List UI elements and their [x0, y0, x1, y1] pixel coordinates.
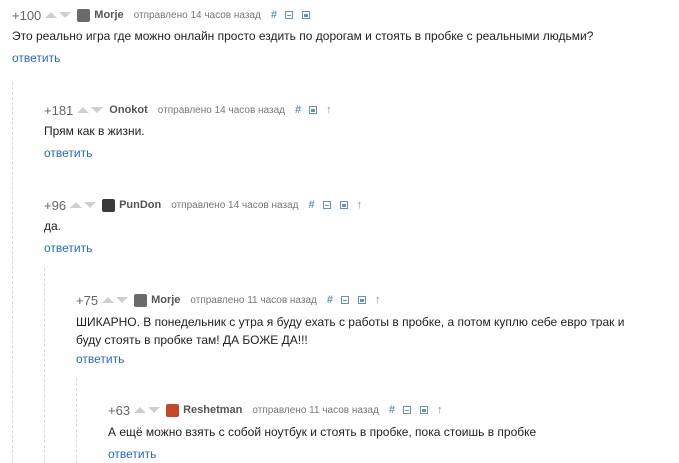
collapse-icon[interactable]	[340, 296, 349, 304]
vote-down-icon[interactable]	[116, 297, 129, 303]
vote-down-icon[interactable]	[84, 202, 97, 208]
comment-header: +63 Reshetman отправлено 11 часов назад …	[108, 401, 450, 419]
author-link[interactable]: Onokot	[109, 104, 148, 116]
collapse-icon[interactable]	[284, 11, 293, 19]
comment-text: да.	[44, 219, 62, 233]
comment-text: ШИКАРНО. В понедельник с утра я буду еха…	[76, 315, 625, 347]
save-icon[interactable]	[419, 406, 428, 414]
save-icon[interactable]	[309, 106, 318, 114]
parent-arrow-icon[interactable]: ↑	[326, 104, 332, 116]
save-icon[interactable]	[357, 296, 366, 304]
parent-arrow-icon[interactable]: ↑	[437, 404, 443, 416]
reply-link[interactable]: ответить	[44, 146, 92, 160]
vote-up-icon[interactable]	[77, 107, 90, 113]
avatar[interactable]	[134, 293, 148, 307]
comment: +63 Reshetman отправлено 11 часов назад …	[108, 401, 679, 462]
vote-up-icon[interactable]	[45, 12, 58, 18]
collapse-icon[interactable]	[322, 201, 331, 209]
author-link[interactable]: Morje	[94, 9, 123, 21]
save-icon[interactable]	[339, 201, 348, 209]
rating-value: +181	[44, 102, 74, 118]
timestamp: отправлено 11 часов назад	[252, 404, 379, 416]
author-link[interactable]: PunDon	[119, 199, 161, 211]
comment: +100 Morje отправлено 14 часов назад # Э…	[12, 6, 679, 66]
comment-text: Это реально игра где можно онлайн просто…	[12, 29, 594, 43]
reply-link[interactable]: ответить	[44, 241, 92, 255]
comment-header: +96 PunDon отправлено 14 часов назад # ↑	[44, 196, 370, 214]
comment-text: А ещё можно взять с собой ноутбук и стоя…	[108, 425, 537, 439]
avatar[interactable]	[102, 198, 116, 212]
permalink-icon[interactable]: #	[308, 199, 314, 211]
avatar[interactable]	[166, 403, 180, 417]
comment: +96 PunDon отправлено 14 часов назад # ↑…	[44, 196, 679, 256]
rating-value: +96	[44, 197, 67, 213]
timestamp: отправлено 14 часов назад	[157, 104, 285, 116]
reply-link[interactable]: ответить	[108, 447, 156, 461]
permalink-icon[interactable]: #	[295, 104, 301, 116]
timestamp: отправлено 14 часов назад	[133, 9, 261, 21]
vote-up-icon[interactable]	[134, 407, 147, 413]
parent-arrow-icon[interactable]: ↑	[375, 294, 381, 306]
author-link[interactable]: Reshetman	[183, 404, 242, 416]
rating-value: +75	[76, 292, 99, 308]
reply-link[interactable]: ответить	[76, 352, 124, 366]
permalink-icon[interactable]: #	[271, 9, 277, 21]
comment-text: Прям как в жизни.	[44, 124, 145, 138]
vote-down-icon[interactable]	[91, 107, 104, 113]
comment-header: +100 Morje отправлено 14 часов назад #	[12, 6, 319, 24]
author-link[interactable]: Morje	[151, 294, 180, 306]
permalink-icon[interactable]: #	[327, 294, 333, 306]
timestamp: отправлено 11 часов назад	[190, 294, 317, 306]
rating-value: +100	[12, 7, 42, 23]
collapse-icon[interactable]	[402, 406, 411, 414]
vote-down-icon[interactable]	[59, 12, 72, 18]
vote-down-icon[interactable]	[148, 407, 161, 413]
permalink-icon[interactable]: #	[389, 404, 395, 416]
comment: +75 Morje отправлено 11 часов назад # ↑ …	[76, 291, 679, 371]
reply-link[interactable]: ответить	[12, 51, 60, 65]
comment: +181 Onokot отправлено 14 часов назад # …	[44, 101, 679, 161]
thread-rail	[76, 378, 78, 463]
thread-rail	[44, 268, 46, 463]
comment-header: +75 Morje отправлено 11 часов назад # ↑	[76, 291, 388, 309]
thread-rail	[12, 82, 14, 463]
comment-header: +181 Onokot отправлено 14 часов назад # …	[44, 101, 340, 119]
vote-up-icon[interactable]	[102, 297, 115, 303]
save-icon[interactable]	[301, 11, 310, 19]
rating-value: +63	[108, 402, 131, 418]
timestamp: отправлено 14 часов назад	[171, 199, 299, 211]
parent-arrow-icon[interactable]: ↑	[357, 199, 363, 211]
vote-up-icon[interactable]	[70, 202, 83, 208]
avatar[interactable]	[77, 8, 91, 22]
